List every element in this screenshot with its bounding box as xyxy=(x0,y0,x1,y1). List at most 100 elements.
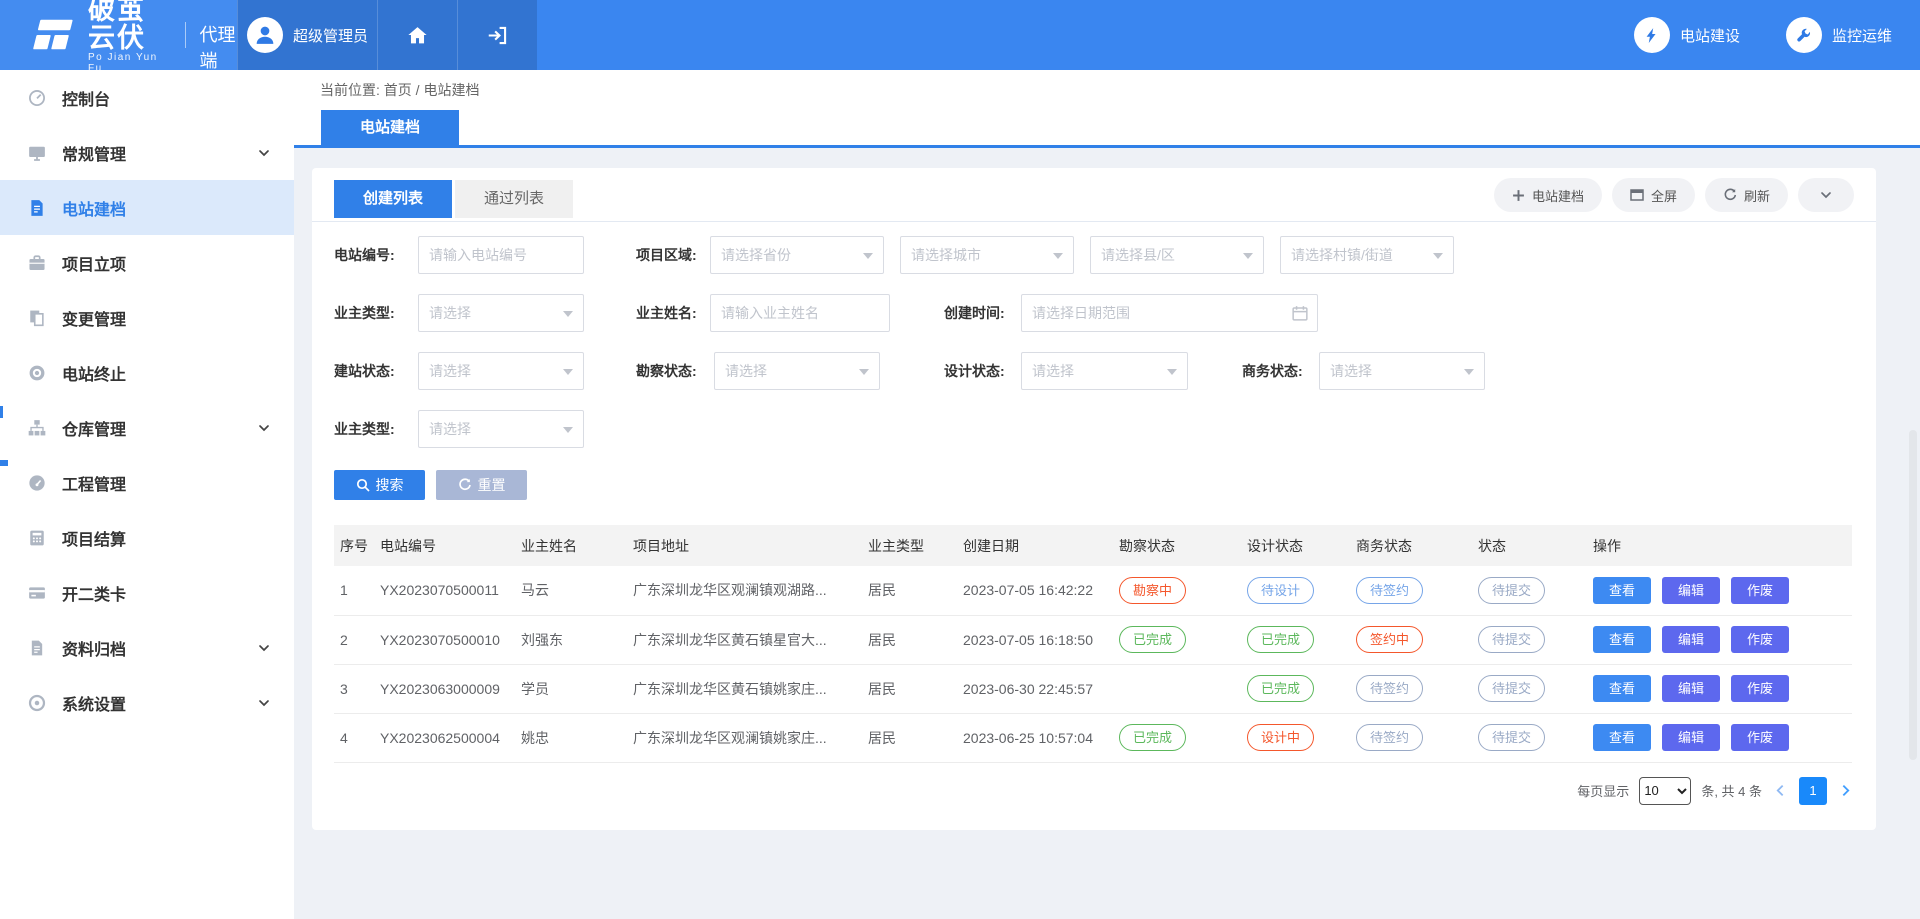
business-status-badge: 待签约 xyxy=(1356,577,1423,604)
column-header-10: 操作 xyxy=(1587,525,1852,566)
cell-business-status: 待签约 xyxy=(1350,713,1472,762)
cell-survey-status: 已完成 xyxy=(1113,713,1241,762)
filter-row-1: 业主类型:请选择业主姓名:创建时间:请选择日期范围 xyxy=(312,294,1876,332)
chevron-down-icon[interactable] xyxy=(258,697,270,709)
tab-list-1[interactable]: 通过列表 xyxy=(455,180,573,218)
filter-select-0-3[interactable]: 请选择县/区 xyxy=(1090,236,1264,274)
cell-status-status: 待提交 xyxy=(1472,615,1587,664)
view-button[interactable]: 查看 xyxy=(1593,675,1651,702)
chevron-down-icon[interactable] xyxy=(258,422,270,434)
sidebar-item-4[interactable]: 变更管理 xyxy=(0,290,294,345)
cell-address: 广东深圳龙华区观澜镇观湖路... xyxy=(627,566,862,615)
sidebar-item-0[interactable]: 控制台 xyxy=(0,70,294,125)
chevron-down-icon[interactable] xyxy=(258,147,270,159)
header-nav-item-0[interactable]: 电站建设 xyxy=(1634,17,1740,53)
filter-label: 业主类型: xyxy=(334,294,395,332)
cell-owner-name: 刘强东 xyxy=(515,615,627,664)
column-header-5: 创建日期 xyxy=(957,525,1113,566)
chevron-down-icon xyxy=(1820,189,1832,201)
tab-list-0[interactable]: 创建列表 xyxy=(334,180,452,218)
filter-daterange-1-2[interactable]: 请选择日期范围 xyxy=(1021,294,1318,332)
void-button[interactable]: 作废 xyxy=(1731,724,1789,751)
search-icon xyxy=(356,478,370,492)
sidebar-item-11[interactable]: 系统设置 xyxy=(0,675,294,730)
filter-input-1-1[interactable] xyxy=(710,294,890,332)
view-button[interactable]: 查看 xyxy=(1593,577,1651,604)
fullscreen-button[interactable]: 全屏 xyxy=(1612,178,1695,212)
page-tab-station-archive[interactable]: 电站建档 xyxy=(321,110,459,145)
filter-select-2-0[interactable]: 请选择 xyxy=(418,352,584,390)
sidebar-item-label: 常规管理 xyxy=(62,141,126,165)
column-header-1: 电站编号 xyxy=(374,525,515,566)
breadcrumb: 当前位置: 首页 / 电站建档 xyxy=(320,80,479,100)
sidebar-item-7[interactable]: 工程管理 xyxy=(0,455,294,510)
edit-button[interactable]: 编辑 xyxy=(1662,626,1720,653)
header-nav-item-1[interactable]: 监控运维 xyxy=(1786,17,1892,53)
sidebar-item-3[interactable]: 项目立项 xyxy=(0,235,294,290)
toolbar-button-label: 全屏 xyxy=(1651,186,1677,205)
cell-status-status: 待提交 xyxy=(1472,713,1587,762)
next-page-button[interactable] xyxy=(1837,784,1854,797)
filter-label: 电站编号: xyxy=(334,236,395,274)
sidebar-item-label: 仓库管理 xyxy=(62,416,126,440)
home-button[interactable] xyxy=(377,0,457,70)
column-header-0: 序号 xyxy=(334,525,374,566)
breadcrumb-home-link[interactable]: 首页 xyxy=(384,82,412,98)
cell-design-status: 已完成 xyxy=(1241,664,1350,713)
filter-select-2-3[interactable]: 请选择 xyxy=(1319,352,1485,390)
edit-button[interactable]: 编辑 xyxy=(1662,724,1720,751)
header-right-nav: 电站建设 监控运维 xyxy=(1634,0,1892,70)
logout-button[interactable] xyxy=(457,0,537,70)
sidebar-item-8[interactable]: 项目结算 xyxy=(0,510,294,565)
refresh-button[interactable]: 刷新 xyxy=(1705,178,1788,212)
cell-station-id: YX2023070500010 xyxy=(374,615,515,664)
lightning-icon-circle xyxy=(1634,17,1670,53)
view-button[interactable]: 查看 xyxy=(1593,626,1651,653)
cell-owner-name: 姚忠 xyxy=(515,713,627,762)
filter-select-0-2[interactable]: 请选择城市 xyxy=(900,236,1074,274)
survey-status-badge: 已完成 xyxy=(1119,724,1186,751)
void-button[interactable]: 作废 xyxy=(1731,626,1789,653)
reset-button[interactable]: 重置 xyxy=(436,470,527,500)
brand-logo[interactable]: 破茧云伏 Po Jian Yun Fu 代理端 xyxy=(0,0,237,70)
cell-address: 广东深圳龙华区黄石镇姚家庄... xyxy=(627,664,862,713)
view-button[interactable]: 查看 xyxy=(1593,724,1651,751)
user-name: 超级管理员 xyxy=(293,25,368,46)
sidebar-item-label: 开二类卡 xyxy=(62,581,126,605)
sidebar-item-5[interactable]: 电站终止 xyxy=(0,345,294,400)
edit-button[interactable]: 编辑 xyxy=(1662,675,1720,702)
chevron-down-icon[interactable] xyxy=(258,642,270,654)
void-button[interactable]: 作废 xyxy=(1731,675,1789,702)
sidebar-item-10[interactable]: 资料归档 xyxy=(0,620,294,675)
per-page-select[interactable]: 10 xyxy=(1639,777,1691,805)
select-placeholder: 请选择 xyxy=(429,419,471,439)
cell-index: 3 xyxy=(334,664,374,713)
void-button[interactable]: 作废 xyxy=(1731,577,1789,604)
design-status-badge: 已完成 xyxy=(1247,675,1314,702)
user-menu[interactable]: 超级管理员 xyxy=(237,0,377,70)
filter-label: 勘察状态: xyxy=(636,352,697,390)
sidebar-item-1[interactable]: 常规管理 xyxy=(0,125,294,180)
filter-select-2-1[interactable]: 请选择 xyxy=(714,352,880,390)
sidebar-item-9[interactable]: 开二类卡 xyxy=(0,565,294,620)
scrollbar-thumb[interactable] xyxy=(1909,430,1917,760)
prev-page-button[interactable] xyxy=(1772,784,1789,797)
select-placeholder: 请选择县/区 xyxy=(1101,245,1175,265)
create-station-button[interactable]: 电站建档 xyxy=(1494,178,1602,212)
sidebar-item-2[interactable]: 电站建档 xyxy=(0,180,294,235)
search-button[interactable]: 搜索 xyxy=(334,470,425,500)
edit-button[interactable]: 编辑 xyxy=(1662,577,1720,604)
filter-input-0-0[interactable] xyxy=(418,236,584,274)
sidebar-item-6[interactable]: 仓库管理 xyxy=(0,400,294,455)
sidebar-item-label: 系统设置 xyxy=(62,691,126,715)
filter-select-0-4[interactable]: 请选择村镇/街道 xyxy=(1280,236,1454,274)
cell-owner-type: 居民 xyxy=(862,713,957,762)
date-placeholder: 请选择日期范围 xyxy=(1032,303,1130,323)
scrollbar[interactable] xyxy=(1908,70,1918,919)
filter-select-2-2[interactable]: 请选择 xyxy=(1021,352,1188,390)
collapse-button[interactable] xyxy=(1798,178,1854,212)
filter-select-3-0[interactable]: 请选择 xyxy=(418,410,584,448)
page-number-button[interactable]: 1 xyxy=(1799,777,1827,805)
filter-select-0-1[interactable]: 请选择省份 xyxy=(710,236,884,274)
filter-select-1-0[interactable]: 请选择 xyxy=(418,294,584,332)
